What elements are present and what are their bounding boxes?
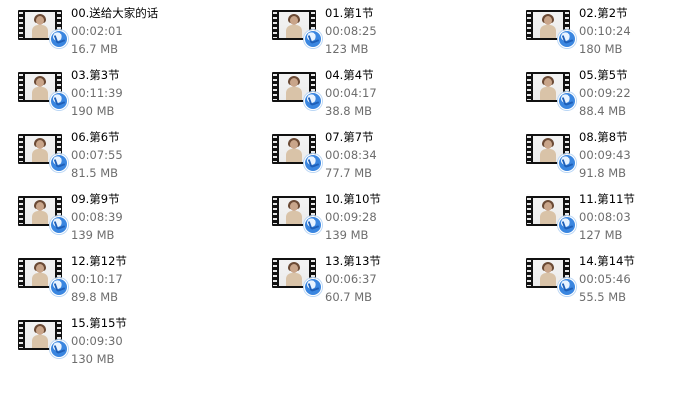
file-duration: 00:08:25 <box>325 24 377 38</box>
file-grid: 00.送给大家的话 00:02:01 16.7 MB 01.第1节 00:08:… <box>0 0 700 393</box>
file-name: 00.送给大家的话 <box>71 6 159 20</box>
video-file-icon <box>526 10 576 48</box>
file-size: 190 MB <box>71 104 115 118</box>
file-item[interactable]: 10.第10节 00:09:28 139 MB <box>272 190 492 246</box>
file-item[interactable]: 03.第3节 00:11:39 190 MB <box>18 66 238 122</box>
file-item[interactable]: 11.第11节 00:08:03 127 MB <box>526 190 700 246</box>
file-size: 16.7 MB <box>71 42 119 56</box>
video-file-icon <box>272 196 322 234</box>
file-name: 13.第13节 <box>325 254 381 268</box>
file-item[interactable]: 15.第15节 00:09:30 130 MB <box>18 314 238 370</box>
file-item[interactable]: 01.第1节 00:08:25 123 MB <box>272 4 492 60</box>
file-name: 03.第3节 <box>71 68 120 82</box>
file-size: 55.5 MB <box>579 290 627 304</box>
video-file-icon <box>18 196 68 234</box>
video-file-icon <box>272 72 322 110</box>
file-size: 60.7 MB <box>325 290 373 304</box>
file-duration: 00:09:22 <box>579 86 631 100</box>
player-badge-icon <box>304 278 322 296</box>
player-badge-icon <box>304 216 322 234</box>
file-item[interactable]: 06.第6节 00:07:55 81.5 MB <box>18 128 238 184</box>
file-duration: 00:10:17 <box>71 272 123 286</box>
file-size: 89.8 MB <box>71 290 119 304</box>
player-badge-icon <box>304 30 322 48</box>
file-size: 81.5 MB <box>71 166 119 180</box>
player-badge-icon <box>304 92 322 110</box>
file-name: 11.第11节 <box>579 192 635 206</box>
file-item[interactable]: 05.第5节 00:09:22 88.4 MB <box>526 66 700 122</box>
video-file-icon <box>272 258 322 296</box>
file-size: 127 MB <box>579 228 623 242</box>
file-name: 08.第8节 <box>579 130 628 144</box>
file-item[interactable]: 08.第8节 00:09:43 91.8 MB <box>526 128 700 184</box>
video-file-icon <box>18 72 68 110</box>
file-name: 05.第5节 <box>579 68 628 82</box>
file-duration: 00:02:01 <box>71 24 123 38</box>
file-name: 10.第10节 <box>325 192 381 206</box>
video-file-icon <box>272 134 322 172</box>
file-name: 04.第4节 <box>325 68 374 82</box>
file-size: 123 MB <box>325 42 369 56</box>
file-duration: 00:09:30 <box>71 334 123 348</box>
player-badge-icon <box>558 154 576 172</box>
file-name: 06.第6节 <box>71 130 120 144</box>
file-size: 91.8 MB <box>579 166 627 180</box>
file-item[interactable]: 14.第14节 00:05:46 55.5 MB <box>526 252 700 308</box>
file-duration: 00:07:55 <box>71 148 123 162</box>
file-duration: 00:08:03 <box>579 210 631 224</box>
file-item[interactable]: 13.第13节 00:06:37 60.7 MB <box>272 252 492 308</box>
video-file-icon <box>18 320 68 358</box>
file-name: 02.第2节 <box>579 6 628 20</box>
video-file-icon <box>18 258 68 296</box>
file-duration: 00:11:39 <box>71 86 123 100</box>
file-name: 07.第7节 <box>325 130 374 144</box>
file-duration: 00:09:28 <box>325 210 377 224</box>
file-size: 38.8 MB <box>325 104 373 118</box>
video-file-icon <box>272 10 322 48</box>
video-file-icon <box>18 134 68 172</box>
video-file-icon <box>526 134 576 172</box>
player-badge-icon <box>50 216 68 234</box>
video-file-icon <box>18 10 68 48</box>
file-size: 88.4 MB <box>579 104 627 118</box>
file-duration: 00:04:17 <box>325 86 377 100</box>
file-size: 139 MB <box>71 228 115 242</box>
file-item[interactable]: 12.第12节 00:10:17 89.8 MB <box>18 252 238 308</box>
video-file-icon <box>526 72 576 110</box>
player-badge-icon <box>558 92 576 110</box>
file-duration: 00:06:37 <box>325 272 377 286</box>
file-duration: 00:10:24 <box>579 24 631 38</box>
player-badge-icon <box>304 154 322 172</box>
player-badge-icon <box>558 216 576 234</box>
file-size: 180 MB <box>579 42 623 56</box>
player-badge-icon <box>50 92 68 110</box>
file-item[interactable]: 02.第2节 00:10:24 180 MB <box>526 4 700 60</box>
file-name: 01.第1节 <box>325 6 374 20</box>
file-item[interactable]: 04.第4节 00:04:17 38.8 MB <box>272 66 492 122</box>
file-item[interactable]: 07.第7节 00:08:34 77.7 MB <box>272 128 492 184</box>
player-badge-icon <box>558 30 576 48</box>
player-badge-icon <box>558 278 576 296</box>
player-badge-icon <box>50 154 68 172</box>
file-item[interactable]: 09.第9节 00:08:39 139 MB <box>18 190 238 246</box>
file-duration: 00:09:43 <box>579 148 631 162</box>
video-file-icon <box>526 196 576 234</box>
file-size: 139 MB <box>325 228 369 242</box>
file-name: 12.第12节 <box>71 254 127 268</box>
file-duration: 00:08:34 <box>325 148 377 162</box>
player-badge-icon <box>50 278 68 296</box>
file-duration: 00:08:39 <box>71 210 123 224</box>
file-size: 77.7 MB <box>325 166 373 180</box>
file-item[interactable]: 00.送给大家的话 00:02:01 16.7 MB <box>18 4 238 60</box>
file-name: 09.第9节 <box>71 192 120 206</box>
file-size: 130 MB <box>71 352 115 366</box>
player-badge-icon <box>50 30 68 48</box>
file-name: 14.第14节 <box>579 254 635 268</box>
player-badge-icon <box>50 340 68 358</box>
file-name: 15.第15节 <box>71 316 127 330</box>
file-duration: 00:05:46 <box>579 272 631 286</box>
video-file-icon <box>526 258 576 296</box>
